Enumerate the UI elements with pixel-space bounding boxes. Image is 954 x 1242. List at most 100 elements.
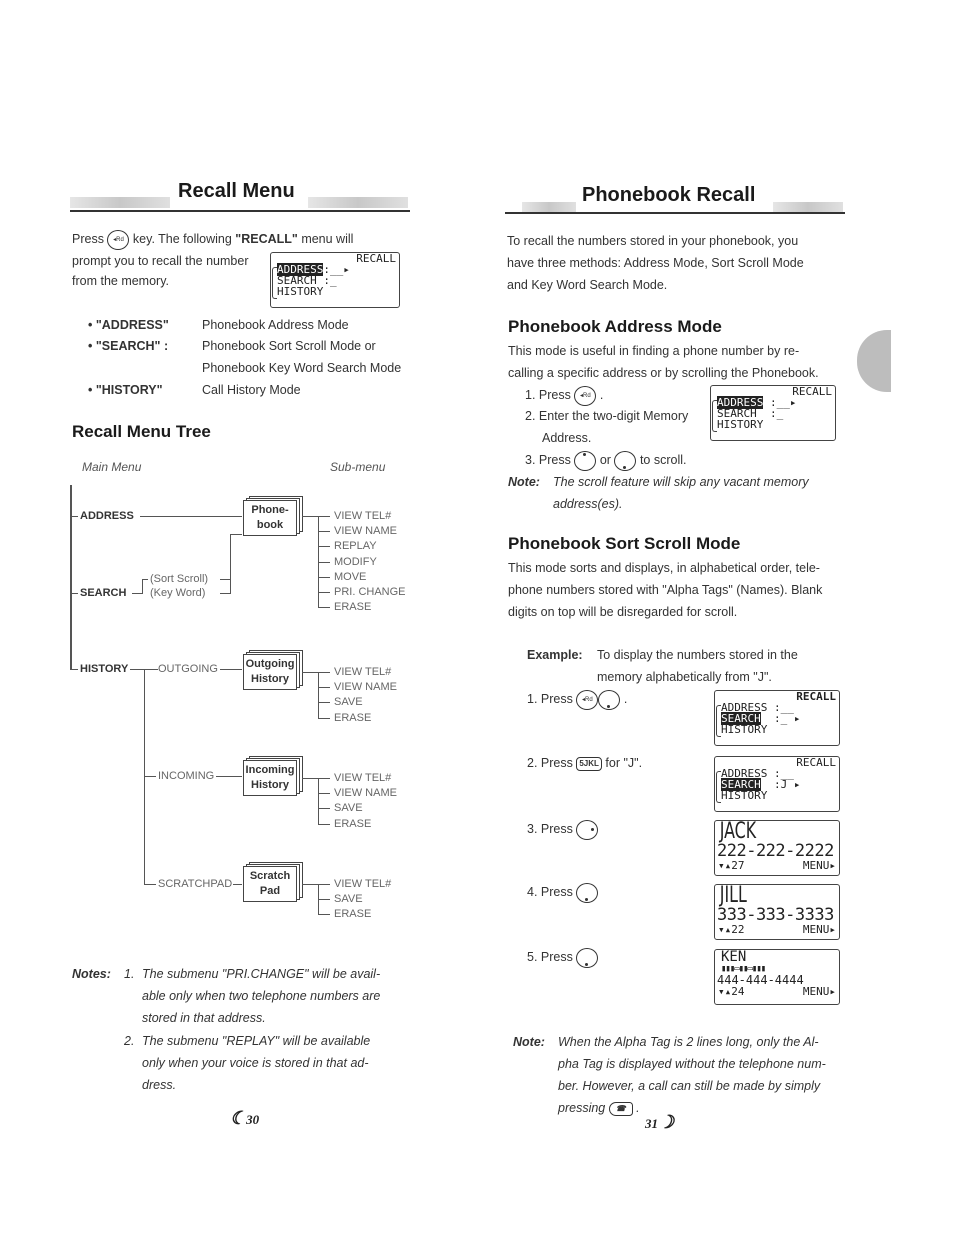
tree-connector [302, 778, 318, 779]
note-line: The scroll feature will skip any vacant … [553, 475, 809, 489]
sort-mode-heading: Phonebook Sort Scroll Mode [508, 534, 741, 553]
submenu-item: VIEW NAME [334, 787, 397, 800]
submenu-item: VIEW TEL# [334, 772, 392, 784]
lcd-row-history: HISTORY [717, 418, 764, 431]
desc-line: This mode is useful in finding a phone n… [508, 344, 800, 358]
sort-mode-desc: This mode sorts and displays, in alphabe… [508, 557, 853, 623]
menu-item-desc: Call History Mode [202, 383, 301, 397]
key-5-icon: 5JKL [576, 756, 602, 771]
box-line1: Incoming [245, 764, 295, 776]
tree-connector [318, 823, 330, 825]
submenu-item: ERASE [334, 817, 372, 830]
address-mode-desc: This mode is useful in finding a phone n… [508, 340, 853, 384]
tree-connector [318, 607, 330, 609]
phonebook-box: Phone-book [243, 496, 303, 538]
box-line1: Phone- [251, 504, 289, 516]
submenu-item: VIEW TEL# [334, 510, 392, 522]
tree-connector [318, 702, 330, 704]
entry-menu: MENU▸ [802, 923, 836, 936]
tree-connector [144, 884, 156, 885]
moon-icon: ☽ [658, 1112, 675, 1132]
menu-item-key: • "HISTORY" [88, 383, 163, 397]
scratch-pad-box: Scratch Pad [243, 862, 303, 904]
entry-name: JACK [719, 819, 757, 844]
box-line2: History [251, 673, 289, 685]
menu-item-desc: Phonebook Address Mode [202, 318, 349, 332]
submenu-item: REPLAY [334, 540, 377, 553]
tree-connector [318, 884, 330, 885]
tree-connector [318, 672, 319, 718]
intro-line: To recall the numbers stored in your pho… [507, 234, 799, 248]
sort-step-2: 2. Press 5JKL for "J". [527, 756, 643, 771]
tree-connector [318, 899, 330, 901]
tree-connector [318, 914, 330, 916]
tree-connector [220, 669, 242, 670]
entry-name: KEN [721, 949, 747, 965]
intro-line: have three methods: Address Mode, Sort S… [507, 256, 804, 270]
note-line: The submenu "PRI.CHANGE" will be avail- [142, 967, 381, 981]
menu-item-desc: Phonebook Sort Scroll Mode or [202, 339, 376, 353]
note-line: The submenu "REPLAY" will be available [142, 1034, 371, 1048]
tree-connector [318, 592, 330, 593]
tree-search: SEARCH [80, 587, 127, 599]
note-number: 1. [124, 967, 135, 981]
entry-menu: MENU▸ [802, 985, 836, 998]
tree-title: Recall Menu Tree [72, 422, 211, 441]
lcd-bracket [716, 771, 721, 803]
tree-connector [220, 593, 230, 594]
submenu-item: PRI. CHANGE [334, 586, 406, 598]
menu-item-key: • "ADDRESS" [88, 318, 169, 332]
desc-line: calling a specific address or by scrolli… [508, 366, 819, 380]
tree-history: HISTORY [80, 663, 129, 675]
address-note: The scroll feature will skip any vacant … [553, 471, 853, 515]
note-line: only when your voice is stored in that a… [142, 1056, 369, 1070]
lcd-row-history: HISTORY [277, 285, 324, 298]
tree-address: ADDRESS [80, 510, 134, 522]
desc-line: phone numbers stored with "Alpha Tags" (… [508, 583, 823, 597]
sort-step-3: 3. Press [527, 818, 599, 840]
intro-line: and Key Word Search Mode. [507, 278, 668, 292]
tree-connector [142, 579, 143, 594]
tree-main-header: Main Menu [82, 460, 142, 474]
note-number: 2. [124, 1034, 135, 1048]
desc-line: digits on top will be disregarded for sc… [508, 605, 738, 619]
tree-tick [70, 669, 78, 670]
entry-index: ▾▴27 [718, 859, 745, 872]
address-step-2: 2. Enter the two-digit Memory [525, 409, 689, 423]
tree-connector [318, 561, 330, 563]
tree-connector [140, 516, 242, 517]
entry-lcd-jack: JACK 222-222-2222 ▾▴27 MENU▸ [714, 820, 840, 876]
menu-item-desc: Phonebook Key Word Search Mode [202, 361, 402, 375]
submenu-item: VIEW NAME [334, 525, 397, 538]
address-mode-heading: Phonebook Address Mode [508, 317, 722, 336]
notes-label: Notes: [72, 967, 111, 981]
intro: To recall the numbers stored in your pho… [507, 230, 852, 296]
desc-line: This mode sorts and displays, in alphabe… [508, 561, 820, 575]
title-rule [70, 210, 410, 212]
title-shade [308, 197, 408, 208]
tree-connector [318, 546, 330, 548]
incoming-history-box: Incoming History [243, 756, 303, 798]
sort-step-5: 5. Press [527, 946, 599, 968]
lcd-bracket [716, 705, 721, 737]
note-label: Note: [508, 475, 540, 489]
submenu-item: ERASE [334, 711, 372, 724]
intro-line-3: from the memory. [72, 274, 170, 288]
right-key-icon [576, 819, 599, 840]
box-line1: Outgoing [245, 658, 295, 670]
page-number-left: ☾30 [230, 1108, 260, 1128]
sort-lcd-1: RECALL ADDRESS :__ SEARCH :_ ▸ HISTORY [714, 690, 840, 746]
tree-connector [318, 576, 330, 578]
tree-connector [220, 579, 230, 580]
entry-index: ▾▴22 [718, 923, 745, 936]
tree-connector [318, 808, 330, 810]
scroll-up-key-icon [574, 450, 597, 471]
intro-line-1: Press ◂Rd key. The following "RECALL" me… [72, 228, 412, 250]
entry-number: 222-222-2222 [717, 841, 834, 861]
address-step-1: 1. Press ◂Rd . [525, 384, 603, 406]
tree-incoming: INCOMING [158, 770, 215, 782]
tree-connector [318, 778, 330, 779]
page-title: Phonebook Recall [582, 184, 756, 206]
address-lcd: RECALL ADDRESS :__▸ SEARCH :_ HISTORY [710, 385, 836, 441]
box-line2: History [251, 779, 289, 791]
